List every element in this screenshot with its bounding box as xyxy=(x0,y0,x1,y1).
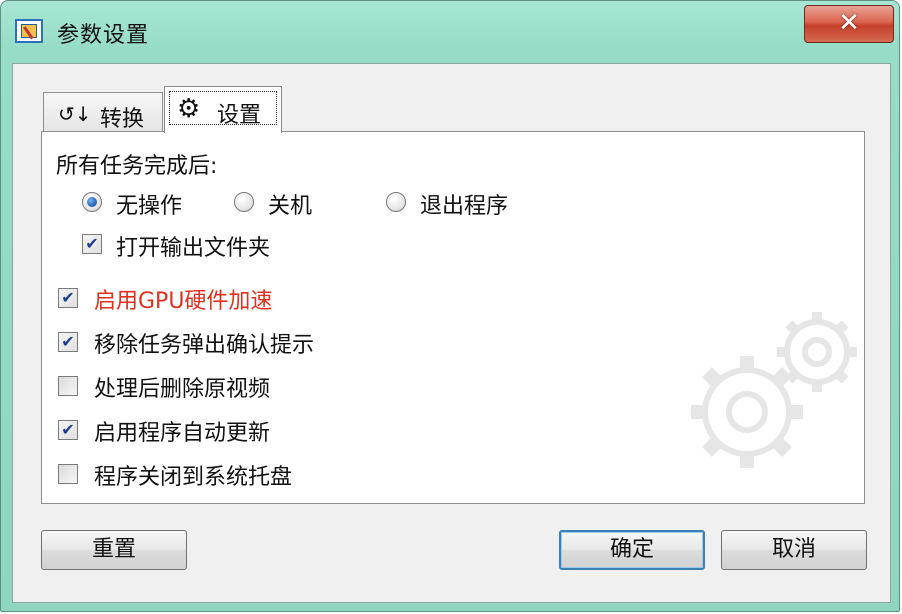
checkbox-open-output-folder[interactable]: ✔ xyxy=(82,234,102,254)
settings-dialog: 参数设置 ✕ ↺↓ 转换 ⚙ 设置 所有任务完成后: 无操作 关机 退出程序 ✔… xyxy=(0,0,900,612)
radio-exit-program[interactable] xyxy=(386,192,406,212)
gpu-acceleration-label: 启用GPU硬件加速 xyxy=(94,289,273,314)
after-complete-label: 所有任务完成后: xyxy=(56,154,218,179)
radio-shutdown-label: 关机 xyxy=(268,194,313,219)
radio-no-action-label: 无操作 xyxy=(116,194,183,219)
delete-source-video-label: 处理后删除原视频 xyxy=(94,377,271,402)
tab-settings[interactable]: ⚙ 设置 xyxy=(164,86,282,133)
checkbox-gpu-acceleration[interactable]: ✔ xyxy=(58,288,78,308)
radio-exit-program-label: 退出程序 xyxy=(420,194,509,219)
title-bar: 参数设置 ✕ xyxy=(1,1,899,61)
gear-watermark-icon xyxy=(691,312,857,468)
tab-convert[interactable]: ↺↓ 转换 xyxy=(43,92,163,132)
settings-panel: 所有任务完成后: 无操作 关机 退出程序 ✔ 打开输出文件夹 ✔ 启用GPU硬件… xyxy=(41,131,865,504)
gear-icon: ⚙ xyxy=(177,94,201,124)
close-button[interactable]: ✕ xyxy=(804,5,894,43)
cancel-button[interactable]: 取消 xyxy=(721,530,867,570)
auto-update-label: 启用程序自动更新 xyxy=(94,421,271,446)
ok-button[interactable]: 确定 xyxy=(559,530,705,570)
reset-button[interactable]: 重置 xyxy=(41,530,187,570)
checkbox-auto-update[interactable]: ✔ xyxy=(58,420,78,440)
checkbox-delete-source-video[interactable] xyxy=(58,376,78,396)
tab-convert-label: 转换 xyxy=(100,107,145,132)
open-output-folder-label: 打开输出文件夹 xyxy=(116,236,271,261)
radio-no-action[interactable] xyxy=(82,192,102,212)
remove-confirm-label: 移除任务弹出确认提示 xyxy=(94,333,315,358)
checkbox-minimize-to-tray[interactable] xyxy=(58,464,78,484)
tab-settings-label: 设置 xyxy=(217,103,262,128)
app-icon xyxy=(15,19,43,43)
checkbox-remove-confirm[interactable]: ✔ xyxy=(58,332,78,352)
radio-shutdown[interactable] xyxy=(234,192,254,212)
dialog-body: ↺↓ 转换 ⚙ 设置 所有任务完成后: 无操作 关机 退出程序 ✔ 打开输出文件… xyxy=(12,63,891,603)
convert-icon: ↺↓ xyxy=(58,102,92,126)
window-title: 参数设置 xyxy=(57,23,150,48)
minimize-to-tray-label: 程序关闭到系统托盘 xyxy=(94,465,293,490)
